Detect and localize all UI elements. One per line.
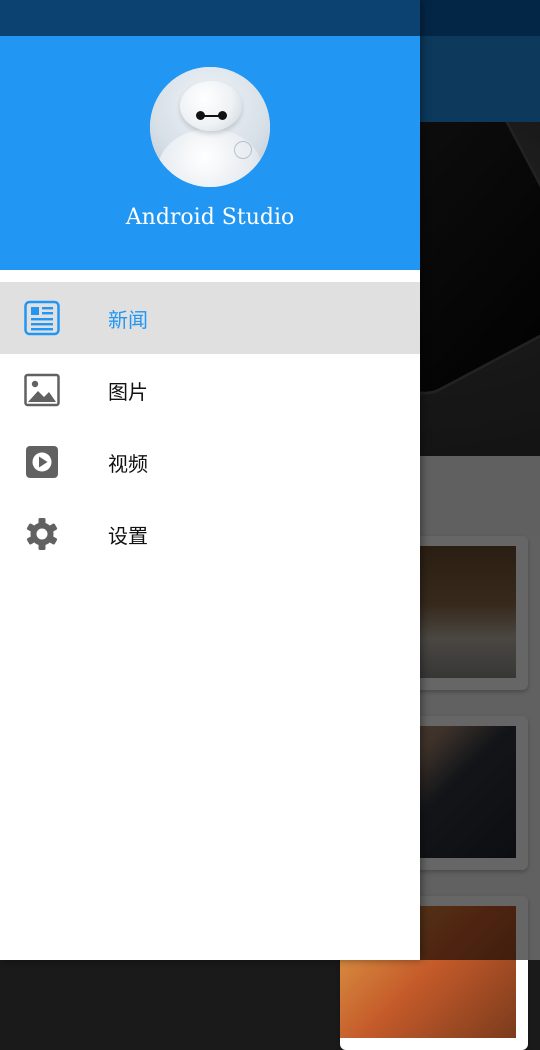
- navigation-drawer: Android Studio 新闻 图片 视频 设置: [0, 0, 420, 960]
- newspaper-icon: [24, 300, 60, 336]
- menu-item-news[interactable]: 新闻: [0, 282, 420, 354]
- gear-icon: [26, 518, 58, 550]
- menu-item-label: 视频: [108, 452, 148, 476]
- avatar-head: [180, 81, 242, 131]
- menu-item-label: 新闻: [108, 308, 148, 332]
- avatar[interactable]: [150, 67, 270, 187]
- status-bar: [0, 0, 420, 36]
- menu-item-images[interactable]: 图片: [0, 354, 420, 426]
- drawer-header: Android Studio: [0, 36, 420, 270]
- drawer-menu: 新闻 图片 视频 设置: [0, 282, 420, 570]
- menu-item-settings[interactable]: 设置: [0, 498, 420, 570]
- menu-item-label: 图片: [108, 380, 148, 404]
- image-icon: [24, 373, 60, 407]
- menu-item-label: 设置: [108, 524, 148, 548]
- menu-item-videos[interactable]: 视频: [0, 426, 420, 498]
- user-name: Android Studio: [125, 205, 295, 230]
- play-video-icon: [26, 446, 58, 478]
